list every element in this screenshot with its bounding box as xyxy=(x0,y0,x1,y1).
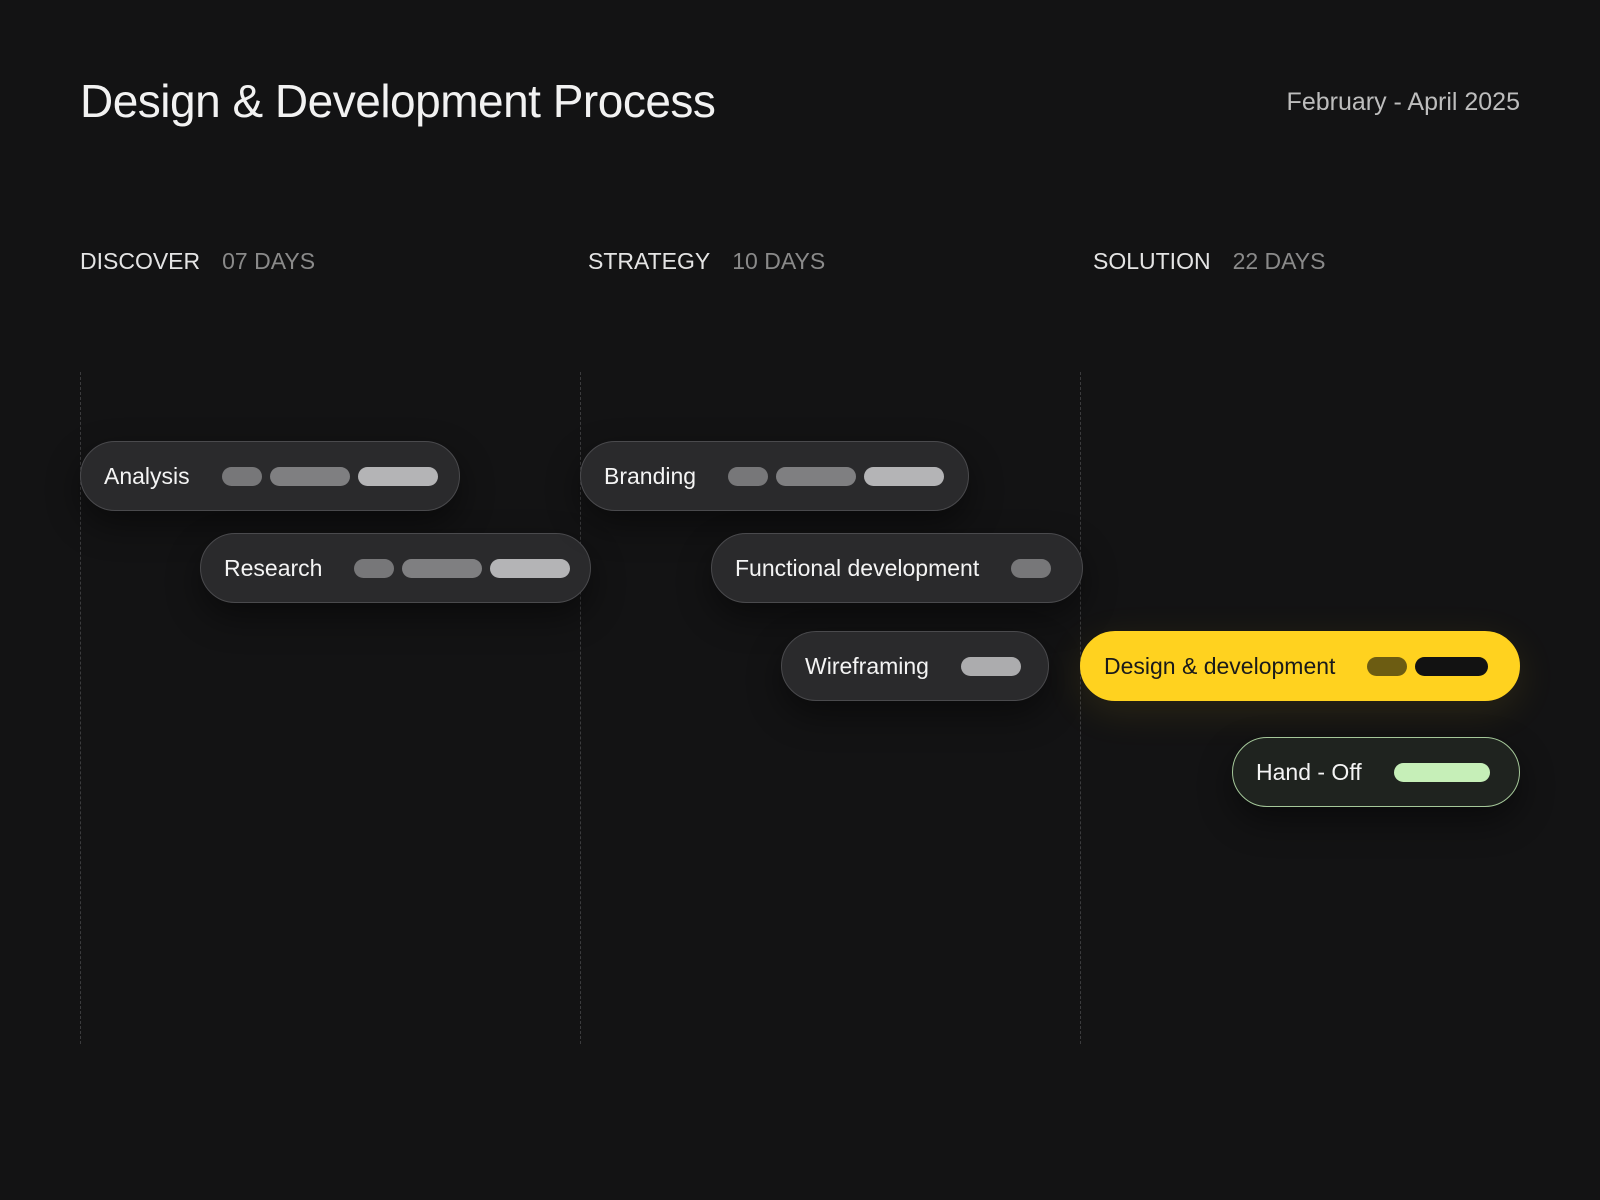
progress-segment xyxy=(776,466,857,486)
task-label: Functional development xyxy=(735,554,980,581)
progress-segment xyxy=(1393,762,1490,782)
progress-segment xyxy=(490,558,571,578)
task-functional-development[interactable]: Functional development xyxy=(711,533,1083,603)
task-design-and-development[interactable]: Design & development xyxy=(1080,631,1520,701)
progress-segment xyxy=(269,466,350,486)
progress-segment xyxy=(960,656,1021,676)
task-label: Design & development xyxy=(1104,652,1336,679)
task-branding[interactable]: Branding xyxy=(580,441,969,511)
task-label: Wireframing xyxy=(805,652,929,679)
progress-segment xyxy=(1415,656,1489,676)
task-label: Hand - Off xyxy=(1256,758,1362,785)
phase-name: DISCOVER xyxy=(80,248,201,274)
phase-header-strategy: STRATEGY 10 DAYS xyxy=(588,248,825,275)
phase-name: SOLUTION xyxy=(1093,248,1211,274)
phase-header-solution: SOLUTION 22 DAYS xyxy=(1093,248,1325,275)
progress-segment xyxy=(402,558,483,578)
task-hand-off[interactable]: Hand - Off xyxy=(1232,737,1520,807)
page-title: Design & Development Process xyxy=(80,75,716,127)
task-label: Research xyxy=(224,554,323,581)
progress-segment xyxy=(1011,558,1052,578)
progress-segment xyxy=(354,558,395,578)
progress-segment xyxy=(221,466,262,486)
phase-name: STRATEGY xyxy=(588,248,711,274)
task-research[interactable]: Research xyxy=(200,533,591,603)
phase-duration: 10 DAYS xyxy=(732,248,826,274)
phase-header-discover: DISCOVER 07 DAYS xyxy=(80,248,315,275)
date-range: February - April 2025 xyxy=(1286,88,1520,116)
progress-segment xyxy=(357,466,438,486)
phase-duration: 07 DAYS xyxy=(222,248,316,274)
task-analysis[interactable]: Analysis xyxy=(80,441,460,511)
progress-segment xyxy=(728,466,769,486)
task-wireframing[interactable]: Wireframing xyxy=(781,631,1049,701)
progress-segment xyxy=(864,466,945,486)
phase-divider-solution xyxy=(1080,372,1081,1044)
task-label: Branding xyxy=(604,462,697,489)
task-label: Analysis xyxy=(104,462,190,489)
progress-segment xyxy=(1367,656,1408,676)
phase-duration: 22 DAYS xyxy=(1232,248,1326,274)
